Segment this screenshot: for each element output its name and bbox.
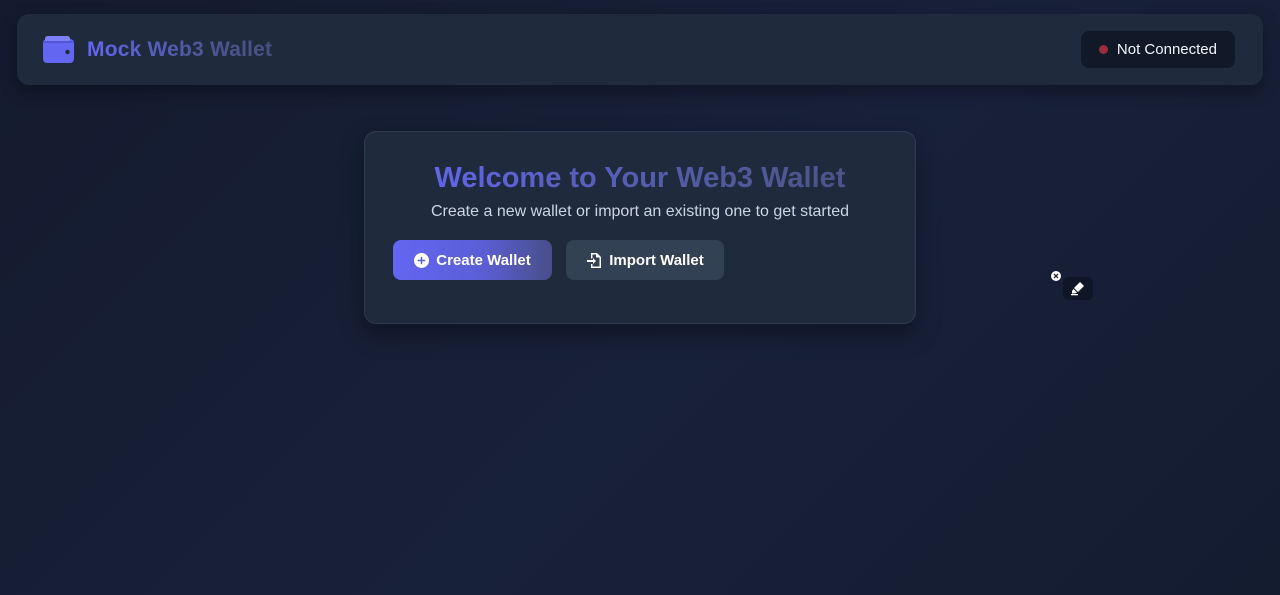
close-icon[interactable] bbox=[1051, 271, 1061, 281]
pen-tool-button[interactable] bbox=[1063, 277, 1093, 300]
brand: Mock Web3 Wallet bbox=[43, 36, 272, 63]
create-wallet-label: Create Wallet bbox=[436, 251, 531, 269]
welcome-actions: Create Wallet Import Wallet bbox=[393, 240, 887, 280]
welcome-title: Welcome to Your Web3 Wallet bbox=[393, 160, 887, 196]
status-dot-icon bbox=[1098, 45, 1108, 54]
file-import-icon bbox=[587, 252, 602, 268]
pen-icon bbox=[1071, 282, 1084, 296]
welcome-card: Welcome to Your Web3 Wallet Create a new… bbox=[364, 131, 916, 324]
connection-status-badge[interactable]: Not Connected bbox=[1080, 31, 1235, 68]
create-wallet-button[interactable]: Create Wallet bbox=[393, 240, 552, 280]
top-bar: Mock Web3 Wallet Not Connected bbox=[17, 14, 1263, 85]
plus-circle-icon bbox=[414, 252, 430, 268]
import-wallet-button[interactable]: Import Wallet bbox=[566, 240, 724, 280]
wallet-icon bbox=[43, 36, 74, 63]
app-title: Mock Web3 Wallet bbox=[87, 37, 273, 61]
floating-tool bbox=[1051, 271, 1095, 301]
welcome-subtitle: Create a new wallet or import an existin… bbox=[431, 203, 849, 220]
status-label: Not Connected bbox=[1116, 41, 1217, 58]
import-wallet-label: Import Wallet bbox=[609, 251, 704, 269]
